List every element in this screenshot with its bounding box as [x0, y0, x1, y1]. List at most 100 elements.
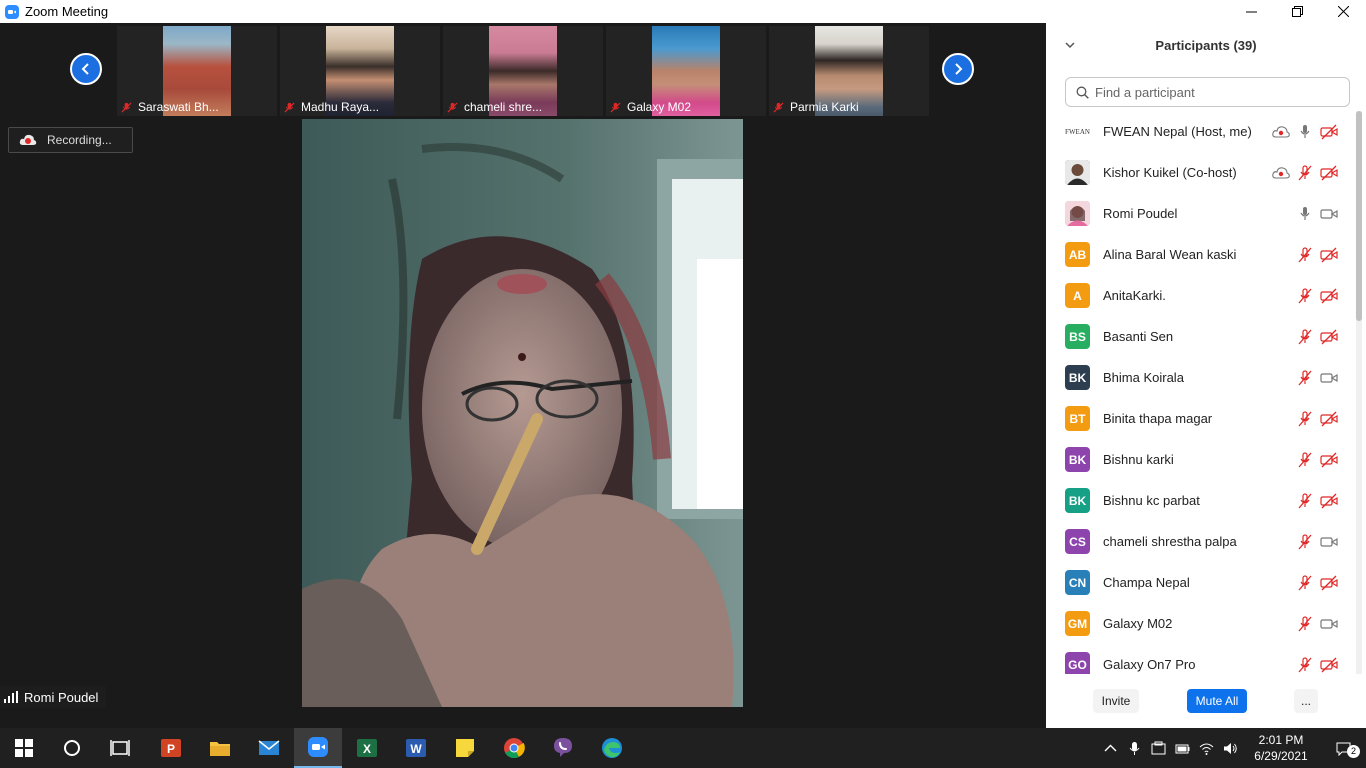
volume-tray-button[interactable] [1218, 728, 1242, 768]
restore-button[interactable] [1274, 0, 1320, 23]
participant-row[interactable]: CN Champa Nepal [1046, 562, 1356, 603]
participant-row[interactable]: BK Bhima Koirala [1046, 357, 1356, 398]
video-off-icon[interactable] [1320, 329, 1338, 345]
zoom-app[interactable] [294, 728, 342, 768]
chevron-down-icon[interactable] [1064, 39, 1076, 51]
video-on-icon[interactable] [1320, 616, 1338, 632]
mic-muted-icon[interactable] [1296, 615, 1314, 632]
search-box[interactable] [1065, 77, 1350, 107]
excel-icon: X [357, 739, 377, 757]
chrome-app[interactable] [490, 728, 538, 768]
microphone-tray-button[interactable] [1122, 728, 1146, 768]
avatar: FWEAN [1065, 119, 1090, 144]
video-off-icon[interactable] [1320, 452, 1338, 468]
scrollbar-thumb[interactable] [1356, 111, 1362, 321]
video-thumbnail[interactable]: chameli shre... [443, 26, 603, 116]
video-thumbnail[interactable]: Parmia Karki [769, 26, 929, 116]
mic-muted-icon[interactable] [1296, 492, 1314, 509]
minimize-button[interactable] [1228, 0, 1274, 23]
mic-muted-icon[interactable] [1296, 369, 1314, 386]
participant-row[interactable]: Kishor Kuikel (Co-host) [1046, 152, 1356, 193]
chevron-left-icon [81, 63, 89, 75]
video-thumbnail[interactable]: Saraswati Bh... [117, 26, 277, 116]
recording-indicator[interactable]: Recording... [8, 127, 133, 153]
mic-muted-icon [284, 101, 295, 113]
video-off-icon[interactable] [1320, 124, 1338, 140]
video-off-icon[interactable] [1320, 493, 1338, 509]
notifications-button[interactable]: 2 [1320, 728, 1366, 768]
wifi-tray-button[interactable] [1194, 728, 1218, 768]
window-title: Zoom Meeting [25, 4, 109, 19]
powerpoint-app[interactable]: P [147, 728, 195, 768]
video-off-icon[interactable] [1320, 165, 1338, 181]
participant-name: Binita thapa magar [1103, 411, 1213, 426]
file-explorer-app[interactable] [196, 728, 244, 768]
mic-muted-icon[interactable] [1296, 656, 1314, 673]
video-thumbnail[interactable]: Galaxy M02 [606, 26, 766, 116]
video-off-icon[interactable] [1320, 288, 1338, 304]
participant-row[interactable]: BS Basanti Sen [1046, 316, 1356, 357]
notification-count: 2 [1347, 745, 1360, 758]
video-off-icon[interactable] [1320, 575, 1338, 591]
mic-muted-icon[interactable] [1296, 451, 1314, 468]
task-view-button[interactable] [96, 728, 144, 768]
next-page-button[interactable] [942, 53, 974, 85]
mic-muted-icon[interactable] [1296, 574, 1314, 591]
mute-all-button[interactable]: Mute All [1187, 689, 1247, 713]
edge-app[interactable] [588, 728, 636, 768]
video-area: Saraswati Bh... Madhu Raya... chameli sh… [0, 23, 1046, 728]
participant-name: FWEAN Nepal (Host, me) [1103, 124, 1252, 139]
sticky-notes-app[interactable] [441, 728, 489, 768]
participant-name: Champa Nepal [1103, 575, 1190, 590]
mic-muted-icon[interactable] [1296, 328, 1314, 345]
word-app[interactable]: W [392, 728, 440, 768]
participant-list-scrollbar[interactable] [1356, 111, 1362, 674]
participant-row[interactable]: A AnitaKarki. [1046, 275, 1356, 316]
participant-row[interactable]: BK Bishnu kc parbat [1046, 480, 1356, 521]
avatar: CS [1065, 529, 1090, 554]
meet-now-tray-button[interactable] [1146, 728, 1170, 768]
participant-row[interactable]: CS chameli shrestha palpa [1046, 521, 1356, 562]
video-on-icon[interactable] [1320, 534, 1338, 550]
clock[interactable]: 2:01 PM 6/29/2021 [1242, 732, 1320, 764]
previous-page-button[interactable] [70, 53, 102, 85]
video-on-icon[interactable] [1320, 370, 1338, 386]
show-hidden-icons-button[interactable] [1098, 728, 1122, 768]
close-button[interactable] [1320, 0, 1366, 23]
mic-muted-icon[interactable] [1296, 246, 1314, 263]
speaker-video-frame [302, 119, 743, 707]
mail-app[interactable] [245, 728, 293, 768]
viber-app[interactable] [539, 728, 587, 768]
search-button[interactable] [48, 728, 96, 768]
video-thumbnail[interactable]: Madhu Raya... [280, 26, 440, 116]
participant-status-icons [1290, 574, 1338, 591]
svg-text:W: W [410, 742, 422, 756]
video-on-icon[interactable] [1320, 206, 1338, 222]
video-off-icon[interactable] [1320, 657, 1338, 673]
participant-row[interactable]: FWEAN FWEAN Nepal (Host, me) [1046, 111, 1356, 152]
participant-row[interactable]: GO Galaxy On7 Pro [1046, 644, 1356, 674]
taskbar: P X W 2:01 PM 6/29/2021 2 [0, 728, 1366, 768]
panel-header: Participants (39) [1046, 23, 1366, 67]
mic-muted-icon[interactable] [1296, 164, 1314, 181]
excel-app[interactable]: X [343, 728, 391, 768]
mic-on-icon[interactable] [1296, 206, 1314, 222]
participant-row[interactable]: Romi Poudel [1046, 193, 1356, 234]
participant-row[interactable]: GM Galaxy M02 [1046, 603, 1356, 644]
mic-muted-icon[interactable] [1296, 533, 1314, 550]
invite-button[interactable]: Invite [1093, 689, 1139, 713]
participant-row[interactable]: BK Bishnu karki [1046, 439, 1356, 480]
more-options-button[interactable]: ... [1294, 689, 1318, 713]
start-button[interactable] [0, 728, 48, 768]
participant-row[interactable]: AB Alina Baral Wean kaski [1046, 234, 1356, 275]
video-off-icon[interactable] [1320, 411, 1338, 427]
battery-tray-button[interactable] [1170, 728, 1194, 768]
participants-title: Participants (39) [1155, 37, 1257, 53]
participant-row[interactable]: BT Binita thapa magar [1046, 398, 1356, 439]
search-input[interactable] [1095, 84, 1335, 100]
video-off-icon[interactable] [1320, 247, 1338, 263]
mic-muted-icon[interactable] [1296, 287, 1314, 304]
mic-on-icon[interactable] [1296, 124, 1314, 140]
mic-muted-icon[interactable] [1296, 410, 1314, 427]
mic-muted-icon [610, 101, 621, 113]
